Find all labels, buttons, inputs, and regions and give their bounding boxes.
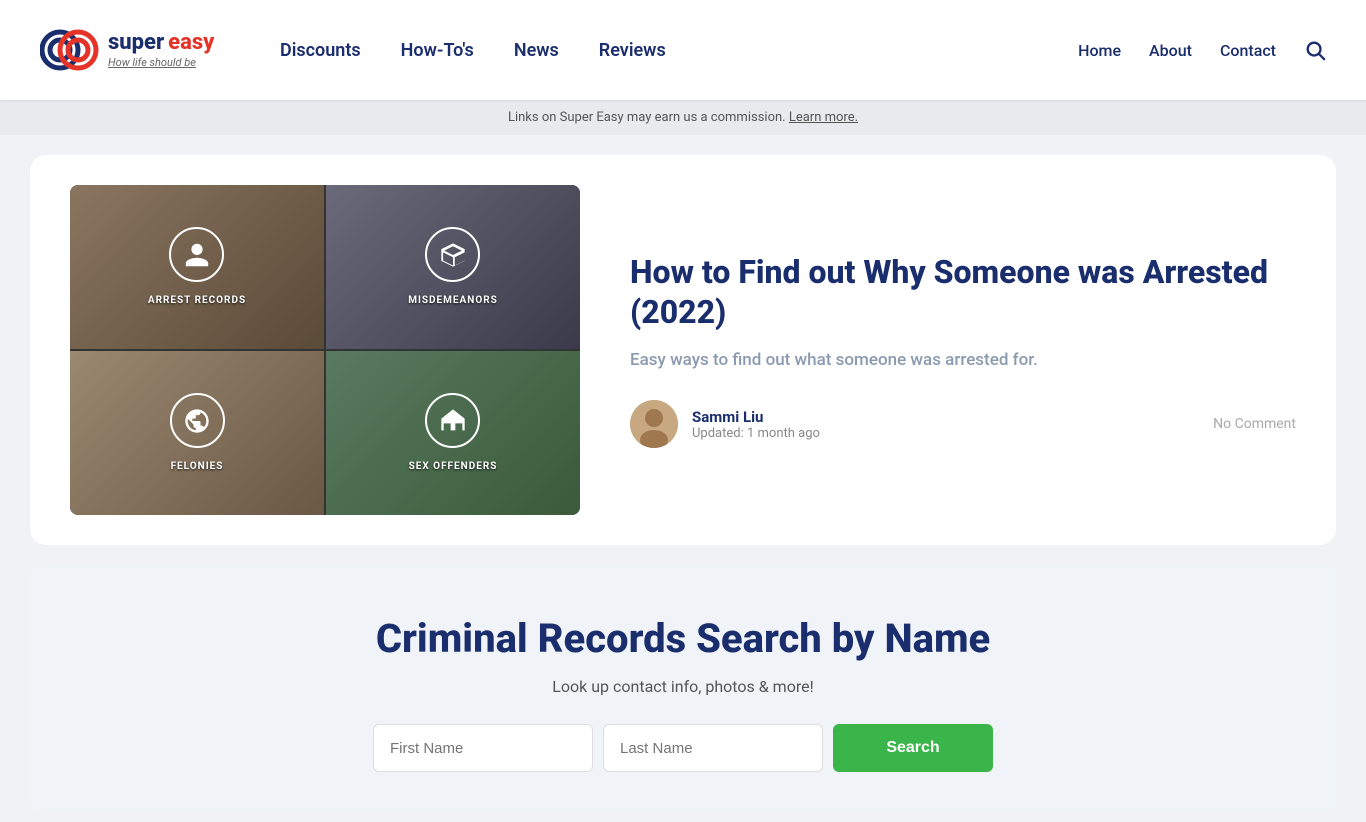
header: super easy How life should be Discounts … <box>0 0 1366 100</box>
first-name-input[interactable] <box>373 724 593 772</box>
affiliate-text: Links on Super Easy may earn us a commis… <box>508 110 786 125</box>
cell-label-misdemeanors: MISDEMEANORS <box>408 295 498 306</box>
logo-text: super easy How life should be <box>108 32 214 69</box>
cell-label-arrest: ARREST RECORDS <box>148 295 246 306</box>
nav-discounts[interactable]: Discounts <box>280 40 361 61</box>
right-nav: Home About Contact <box>1078 39 1326 61</box>
search-section-title: Criminal Records Search by Name <box>70 615 1296 663</box>
nav-contact[interactable]: Contact <box>1220 41 1276 60</box>
grid-cell-sex-offenders: SEX OFFENDERS <box>326 351 580 515</box>
logo-tagline: How life should be <box>108 56 214 69</box>
felony-icon <box>170 393 225 448</box>
last-name-input[interactable] <box>603 724 823 772</box>
affiliate-link[interactable]: Learn more. <box>789 110 858 125</box>
avatar-placeholder <box>630 400 678 448</box>
article-title: How to Find out Why Someone was Arrested… <box>630 252 1296 332</box>
article-subtitle: Easy ways to find out what someone was a… <box>630 350 1296 370</box>
misdemeanor-icon <box>425 227 480 282</box>
nav-home[interactable]: Home <box>1078 41 1121 60</box>
search-section: Criminal Records Search by Name Look up … <box>30 565 1336 812</box>
grid-cell-arrest: ARREST RECORDS <box>70 185 324 349</box>
crime-image-grid: ARREST RECORDS MISDEMEANORS FELO <box>70 185 580 515</box>
logo-super-text: super <box>108 30 164 55</box>
nav-news[interactable]: News <box>514 40 559 61</box>
affiliate-banner: Links on Super Easy may earn us a commis… <box>0 100 1366 135</box>
nav-reviews[interactable]: Reviews <box>599 40 666 61</box>
grid-cell-felonies: FELONIES <box>70 351 324 515</box>
article-hero: ARREST RECORDS MISDEMEANORS FELO <box>30 155 1336 545</box>
author-row: Sammi Liu Updated: 1 month ago No Commen… <box>630 400 1296 448</box>
nav-howtos[interactable]: How-To's <box>401 40 474 61</box>
content-card: ARREST RECORDS MISDEMEANORS FELO <box>30 155 1336 545</box>
article-text: How to Find out Why Someone was Arrested… <box>630 252 1296 448</box>
author-updated: Updated: 1 month ago <box>692 426 1199 441</box>
logo-area[interactable]: super easy How life should be <box>40 20 220 80</box>
search-form-row: Search <box>70 724 1296 772</box>
cell-label-sex-offenders: SEX OFFENDERS <box>409 461 498 472</box>
search-button[interactable]: Search <box>833 724 993 772</box>
arrest-icon <box>169 227 224 282</box>
author-avatar <box>630 400 678 448</box>
logo-icon <box>40 20 100 80</box>
main-nav: Discounts How-To's News Reviews <box>280 40 1078 61</box>
sex-offender-icon <box>425 393 480 448</box>
search-section-subtitle: Look up contact info, photos & more! <box>70 677 1296 696</box>
no-comment: No Comment <box>1213 416 1296 432</box>
author-name: Sammi Liu <box>692 408 1199 426</box>
cell-label-felonies: FELONIES <box>171 461 224 472</box>
grid-cell-misdemeanors: MISDEMEANORS <box>326 185 580 349</box>
author-info: Sammi Liu Updated: 1 month ago <box>692 408 1199 441</box>
nav-about[interactable]: About <box>1149 41 1192 60</box>
search-icon[interactable] <box>1304 39 1326 61</box>
logo-easy-text: easy <box>168 30 214 55</box>
